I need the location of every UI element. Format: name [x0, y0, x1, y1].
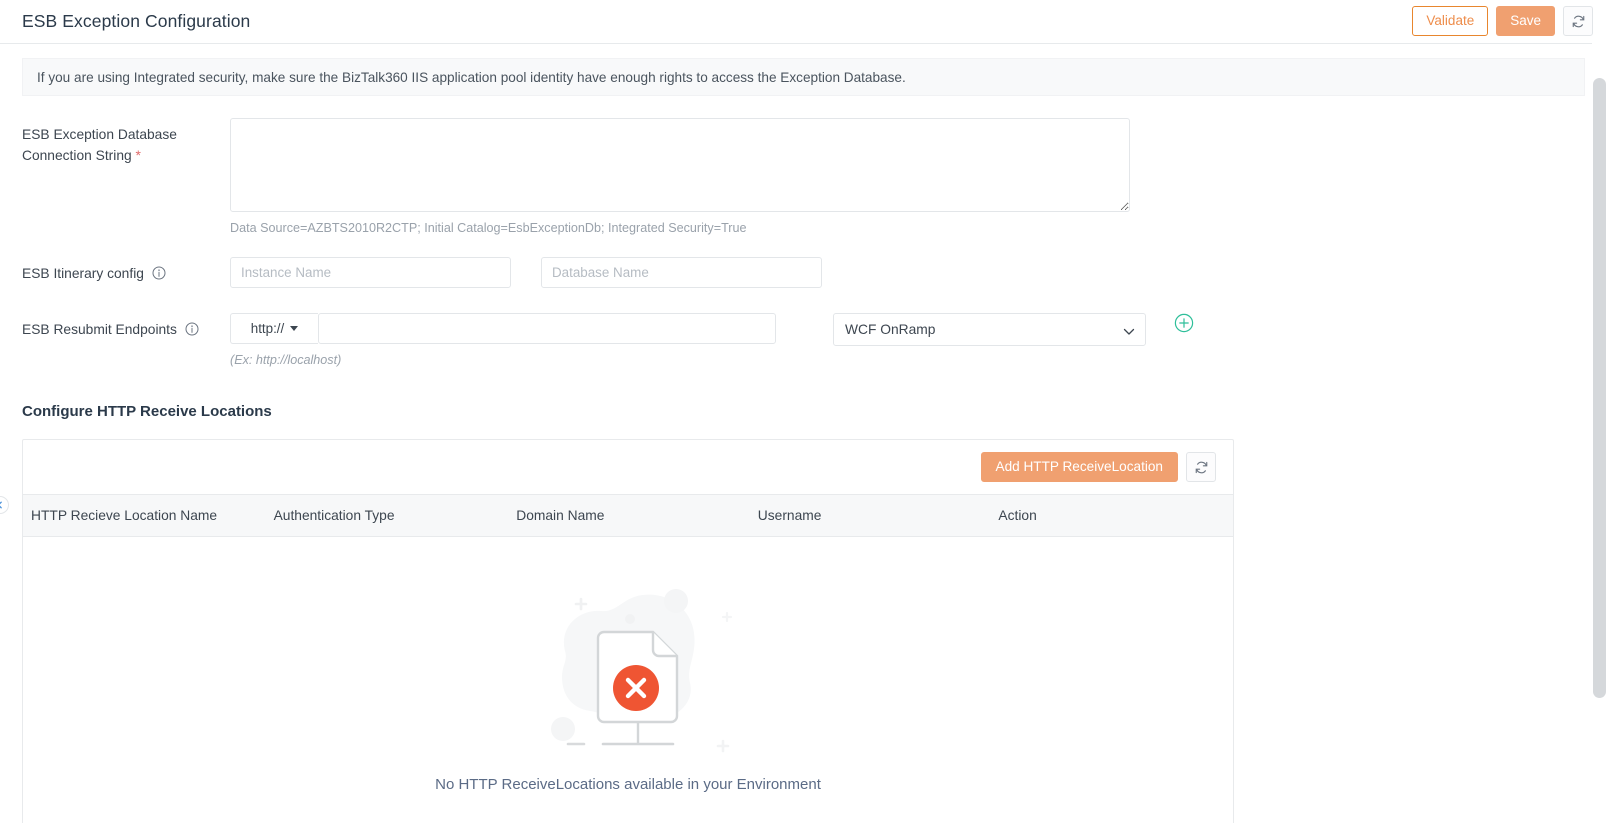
- validate-button[interactable]: Validate: [1412, 6, 1489, 36]
- itinerary-config-row: ESB Itinerary config: [22, 257, 1607, 288]
- save-button[interactable]: Save: [1496, 6, 1555, 36]
- configuration-form: ESB Exception Database Connection String…: [0, 118, 1607, 514]
- http-receive-locations-table: HTTP Recieve Location Name Authenticatio…: [23, 494, 1233, 537]
- resubmit-endpoint-hint: (Ex: http://localhost): [230, 353, 342, 367]
- itinerary-instance-name-input[interactable]: [230, 257, 511, 288]
- banner-text: If you are using Integrated security, ma…: [37, 69, 906, 85]
- page-scrollbar-thumb[interactable]: [1593, 78, 1606, 698]
- caret-down-icon: [290, 326, 299, 331]
- empty-state-message: No HTTP ReceiveLocations available in yo…: [435, 776, 821, 793]
- resubmit-endpoints-label: ESB Resubmit Endpoints: [22, 313, 230, 342]
- resubmit-endpoints-label-text: ESB Resubmit Endpoints: [22, 322, 177, 337]
- column-header-action[interactable]: Action: [990, 494, 1233, 537]
- itinerary-config-label: ESB Itinerary config: [22, 257, 230, 286]
- column-header-authentication-type[interactable]: Authentication Type: [265, 494, 509, 537]
- info-icon[interactable]: [152, 265, 166, 286]
- add-http-receivelocation-button[interactable]: Add HTTP ReceiveLocation: [980, 452, 1178, 482]
- refresh-button[interactable]: [1563, 6, 1593, 36]
- resubmit-endpoint-input[interactable]: [318, 313, 776, 344]
- connection-string-field-group: Data Source=AZBTS2010R2CTP; Initial Cata…: [230, 118, 1130, 235]
- sidebar-collapse-handle[interactable]: [0, 496, 9, 514]
- endpoint-input-group: http://: [230, 313, 776, 344]
- column-header-location-name[interactable]: HTTP Recieve Location Name: [23, 494, 266, 537]
- refresh-icon: [1194, 460, 1209, 475]
- http-receive-locations-card: Add HTTP ReceiveLocation HTTP Recieve Lo…: [22, 439, 1234, 823]
- chevron-left-icon: [0, 496, 4, 514]
- page-scrollbar-track[interactable]: [1592, 38, 1607, 823]
- add-endpoint-button[interactable]: [1174, 313, 1194, 333]
- protocol-dropdown-button[interactable]: http://: [230, 313, 318, 344]
- page-header: ESB Exception Configuration Validate Sav…: [0, 0, 1607, 44]
- onramp-select[interactable]: WCF OnRamp: [833, 313, 1146, 346]
- page-title: ESB Exception Configuration: [22, 11, 251, 31]
- column-header-domain-name[interactable]: Domain Name: [508, 494, 750, 537]
- connection-string-label-text: ESB Exception Database Connection String: [22, 127, 177, 163]
- resubmit-endpoints-row: ESB Resubmit Endpoints http:// (Ex: http…: [22, 313, 1607, 367]
- esb-exception-configuration-page: ESB Exception Configuration Validate Sav…: [0, 0, 1607, 823]
- protocol-label: http://: [250, 321, 285, 336]
- connection-string-input[interactable]: [230, 118, 1130, 212]
- onramp-select-wrapper: WCF OnRamp: [833, 313, 1146, 346]
- column-header-username[interactable]: Username: [749, 494, 991, 537]
- section-title: Configure HTTP Receive Locations: [22, 403, 272, 420]
- table-head: HTTP Recieve Location Name Authenticatio…: [23, 494, 1233, 537]
- itinerary-config-label-text: ESB Itinerary config: [22, 266, 144, 281]
- document-error-icon: [508, 563, 748, 768]
- connection-string-label: ESB Exception Database Connection String…: [22, 118, 230, 166]
- info-icon[interactable]: [185, 321, 199, 342]
- table-toolbar: Add HTTP ReceiveLocation: [23, 440, 1233, 494]
- table-refresh-button[interactable]: [1186, 452, 1216, 482]
- resubmit-endpoint-group: http:// (Ex: http://localhost): [230, 313, 776, 367]
- table-header-row: HTTP Recieve Location Name Authenticatio…: [23, 494, 1233, 537]
- itinerary-database-name-input[interactable]: [541, 257, 822, 288]
- required-marker: *: [135, 147, 141, 163]
- connection-string-hint: Data Source=AZBTS2010R2CTP; Initial Cata…: [230, 221, 747, 235]
- connection-string-row: ESB Exception Database Connection String…: [22, 118, 1607, 235]
- empty-state: No HTTP ReceiveLocations available in yo…: [23, 537, 1233, 823]
- integrated-security-banner: If you are using Integrated security, ma…: [22, 58, 1585, 96]
- header-actions: Validate Save: [1412, 6, 1593, 36]
- refresh-icon: [1571, 14, 1586, 29]
